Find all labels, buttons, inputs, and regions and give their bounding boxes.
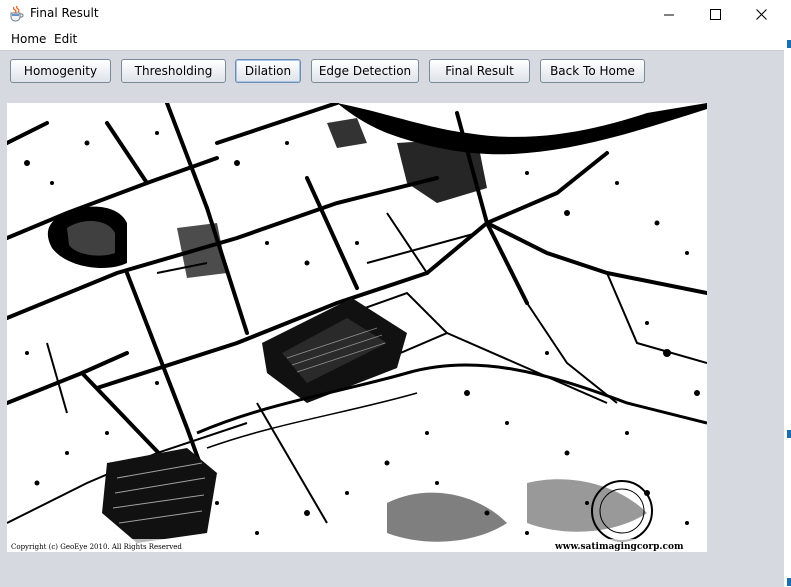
homogenity-button[interactable]: Homogenity bbox=[10, 59, 111, 83]
maximize-button[interactable] bbox=[692, 0, 738, 29]
app-window: Final Result Home Edit Homogenity Thresh… bbox=[0, 0, 785, 587]
maximize-icon bbox=[709, 9, 721, 20]
result-image: Copyright (c) GeoEye 2010. All Rights Re… bbox=[7, 103, 707, 552]
edge-marker bbox=[787, 430, 791, 438]
edge-detection-button[interactable]: Edge Detection bbox=[311, 59, 419, 83]
close-button[interactable] bbox=[738, 0, 784, 29]
minimize-icon bbox=[664, 14, 674, 15]
window-title: Final Result bbox=[30, 6, 99, 20]
dilation-button[interactable]: Dilation bbox=[235, 59, 301, 83]
menu-edit[interactable]: Edit bbox=[54, 32, 77, 46]
thresholding-button[interactable]: Thresholding bbox=[121, 59, 226, 83]
copyright-text: Copyright (c) GeoEye 2010. All Rights Re… bbox=[11, 543, 182, 551]
edge-marker bbox=[787, 578, 791, 586]
close-icon bbox=[755, 9, 767, 20]
edge-marker bbox=[787, 40, 791, 48]
back-to-home-button[interactable]: Back To Home bbox=[540, 59, 645, 83]
minimize-button[interactable] bbox=[646, 0, 692, 29]
title-bar[interactable]: Final Result bbox=[0, 0, 784, 29]
watermark-text: www.satimagingcorp.com bbox=[554, 542, 684, 552]
menu-home[interactable]: Home bbox=[11, 32, 46, 46]
menu-bar: Home Edit bbox=[0, 29, 784, 51]
java-cup-icon bbox=[8, 5, 24, 22]
window-edge-strip bbox=[784, 0, 791, 587]
final-result-button[interactable]: Final Result bbox=[429, 59, 530, 83]
binary-satellite-image: Copyright (c) GeoEye 2010. All Rights Re… bbox=[7, 103, 707, 552]
